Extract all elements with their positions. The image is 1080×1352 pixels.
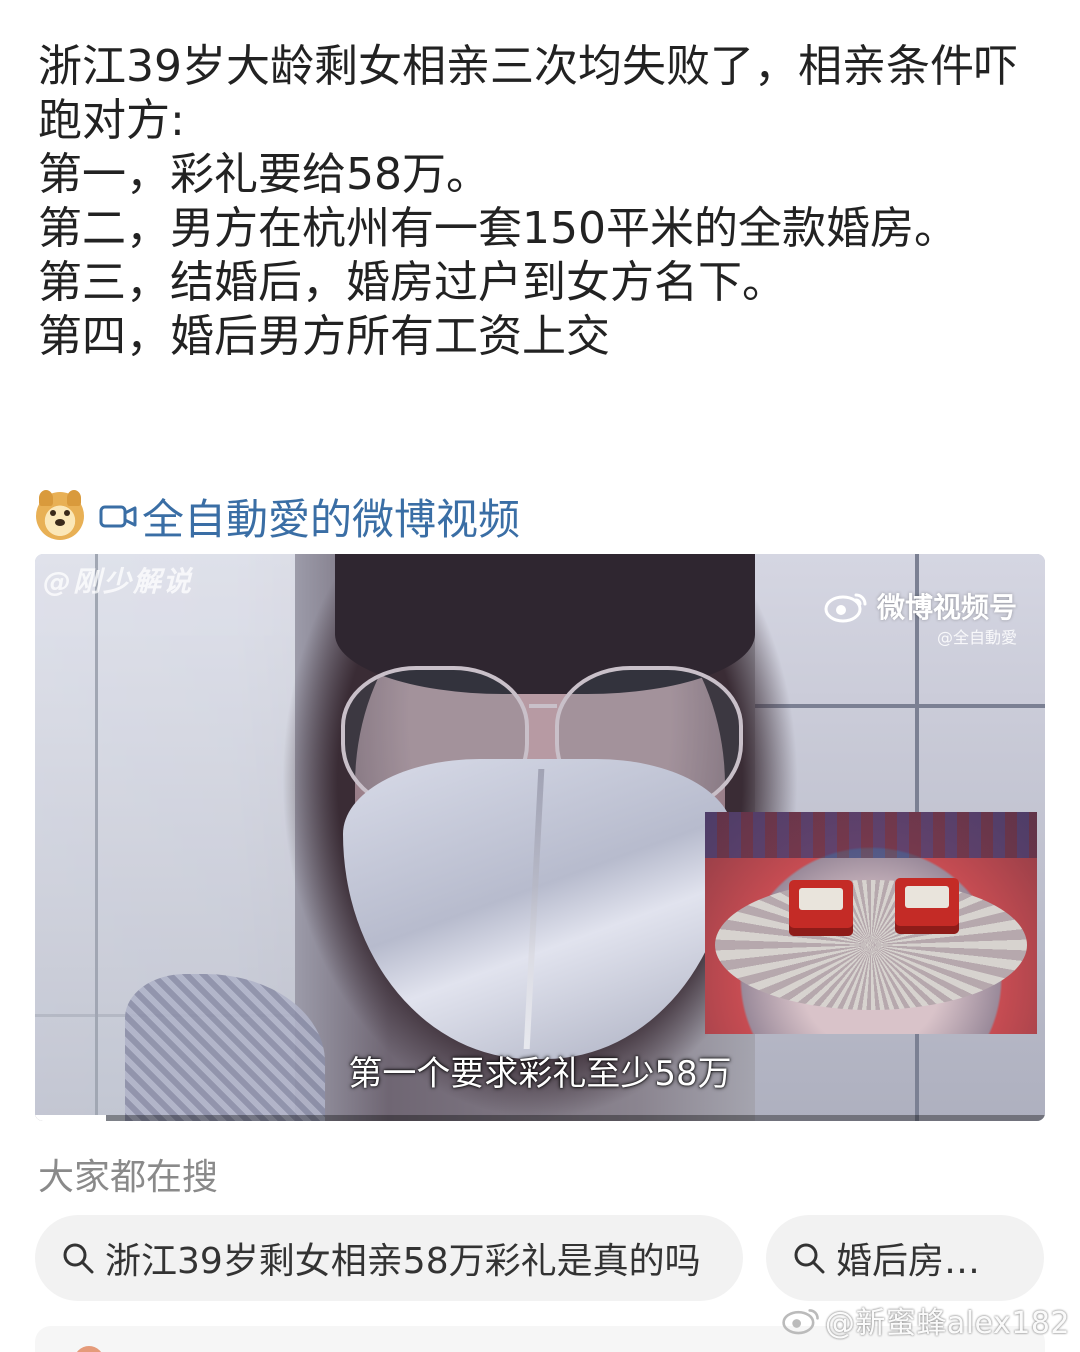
weibo-video-brand-name: 微博视频号 bbox=[876, 591, 1017, 624]
creator-watermark: @刚少解说 bbox=[43, 565, 194, 598]
video-source-link[interactable]: 全自動愛的微博视频 bbox=[36, 488, 520, 544]
doge-icon bbox=[36, 490, 84, 540]
ring-box bbox=[895, 878, 959, 934]
video-source-label: 全自動愛的微博视频 bbox=[142, 494, 521, 544]
trending-search-title: 大家都在搜 bbox=[38, 1157, 219, 1198]
video-progress-bar[interactable] bbox=[35, 1115, 1045, 1121]
post-line-4: 第三，结婚后，婚房过户到女方名下。 bbox=[38, 257, 786, 308]
search-icon bbox=[63, 1243, 94, 1274]
weibo-repost-watermark: @新蜜蜂alex182 bbox=[781, 1298, 1070, 1342]
weibo-logo-icon bbox=[782, 1309, 819, 1335]
ring-box bbox=[789, 880, 853, 936]
post-body: 浙江39岁大龄剩女相亲三次均失败了，相亲条件吓跑对方: 第一，彩礼要给58万。 … bbox=[38, 40, 1048, 364]
video-subtitle: 第一个要求彩礼至少58万 bbox=[348, 1054, 732, 1094]
video-camera-icon bbox=[99, 505, 137, 528]
search-suggestion-text: 婚后房… bbox=[836, 1241, 981, 1282]
weibo-logo-icon bbox=[824, 593, 867, 623]
search-suggestion-text: 浙江39岁剩女相亲58万彩礼是真的吗 bbox=[105, 1241, 701, 1282]
post-line-1: 浙江39岁大龄剩女相亲三次均失败了，相亲条件吓跑对方: bbox=[38, 41, 1018, 146]
post-line-3: 第二，男方在杭州有一套150平米的全款婚房。 bbox=[38, 203, 958, 254]
weibo-post-page: ▔▔▔▔▔ 浙江39岁大龄剩女相亲三次均失败了，相亲条件吓跑对方: 第一，彩礼要… bbox=[0, 0, 1080, 1352]
search-icon bbox=[794, 1243, 825, 1274]
search-suggestion-chip[interactable]: 浙江39岁剩女相亲58万彩礼是真的吗 bbox=[35, 1215, 743, 1301]
cropped-previous-line: ▔▔▔▔▔ bbox=[180, 0, 326, 16]
watermark-text: @新蜜蜂alex182 bbox=[824, 1306, 1070, 1341]
inset-image-money-and-ring-boxes bbox=[705, 812, 1037, 1034]
weibo-video-handle: @全自動愛 bbox=[936, 628, 1017, 647]
search-suggestion-chip[interactable]: 婚后房… bbox=[766, 1215, 1044, 1301]
weibo-video-brand: 微博视频号 bbox=[823, 586, 1017, 626]
post-line-2: 第一，彩礼要给58万。 bbox=[38, 149, 490, 200]
video-progress-fill bbox=[35, 1115, 106, 1121]
video-player[interactable]: @刚少解说 微博视频号 @全自動愛 第一个要求彩礼至少58万 bbox=[35, 554, 1045, 1121]
post-line-5: 第四，婚后男方所有工资上交 bbox=[38, 311, 610, 362]
